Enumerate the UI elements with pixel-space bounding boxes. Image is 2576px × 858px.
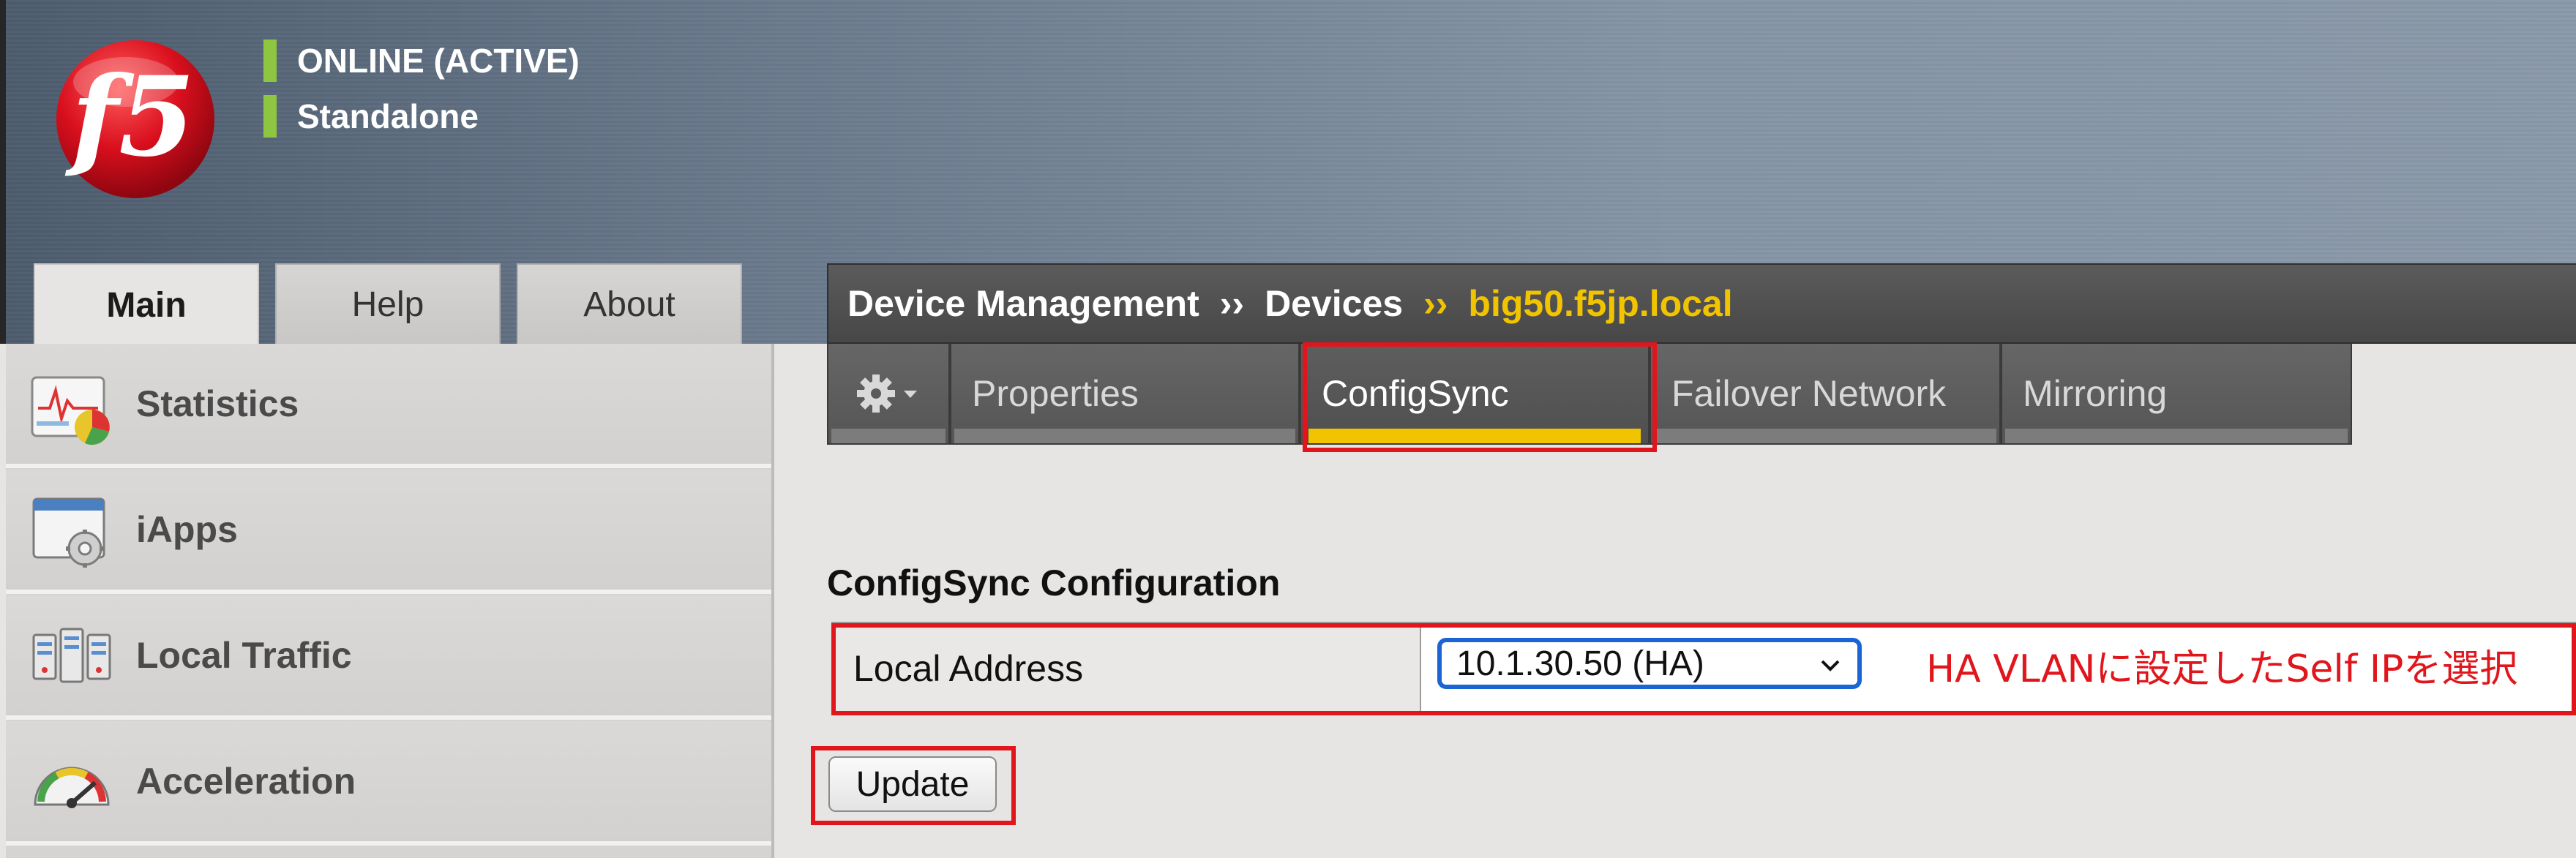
tab-mirroring-label: Mirroring [2023,373,2168,414]
highlight-configsync-tab [1303,342,1657,452]
tab-main[interactable]: Main [34,263,259,345]
tab-about[interactable]: About [517,263,742,344]
nav-label-statistics: Statistics [136,383,299,424]
left-nav: Statistics iApps Local Traffic Accelerat… [6,344,774,858]
tab-properties-label: Properties [972,373,1139,414]
statistics-icon [31,376,110,445]
tab-failover-network[interactable]: Failover Network [1650,344,2001,445]
breadcrumb-current: big50.f5jp.local [1468,283,1733,324]
tab-mirroring[interactable]: Mirroring [2001,344,2352,445]
tab-help[interactable]: Help [275,263,501,344]
status-online-text: ONLINE (ACTIVE) [297,42,580,80]
gear-menu-button[interactable] [827,344,950,445]
iapps-icon [32,497,105,568]
nav-item-acceleration[interactable]: Acceleration [6,721,771,846]
breadcrumb-separator-current: ›› [1423,283,1448,324]
acceleration-icon [34,767,110,808]
tab-properties[interactable]: Properties [950,344,1300,445]
f5-logo: f5 [56,40,214,198]
gear-icon [857,375,917,413]
nav-item-iapps[interactable]: iApps [6,470,771,594]
tab-failover-network-label: Failover Network [1671,373,1947,414]
status-standalone: Standalone [263,95,479,138]
nav-label-acceleration: Acceleration [136,761,356,802]
svg-text:f5: f5 [65,53,195,181]
breadcrumb-separator: ›› [1219,283,1245,324]
chevron-down-icon [904,391,917,398]
highlight-update-button [811,746,1016,825]
status-standalone-text: Standalone [297,97,479,135]
breadcrumb-device-management[interactable]: Device Management [847,282,1199,325]
nav-label-iapps: iApps [136,509,238,550]
nav-item-statistics[interactable]: Statistics [6,344,771,468]
section-title: ConfigSync Configuration [827,562,1281,603]
highlight-local-address-row [831,623,2576,715]
breadcrumb: Device Management ›› Devices ›› big50.f5… [827,263,2576,344]
nav-label-local-traffic: Local Traffic [136,635,352,676]
local-traffic-icon [32,628,111,683]
nav-item-local-traffic[interactable]: Local Traffic [6,595,771,720]
breadcrumb-devices[interactable]: Devices [1265,282,1403,325]
status-online: ONLINE (ACTIVE) [263,39,580,82]
